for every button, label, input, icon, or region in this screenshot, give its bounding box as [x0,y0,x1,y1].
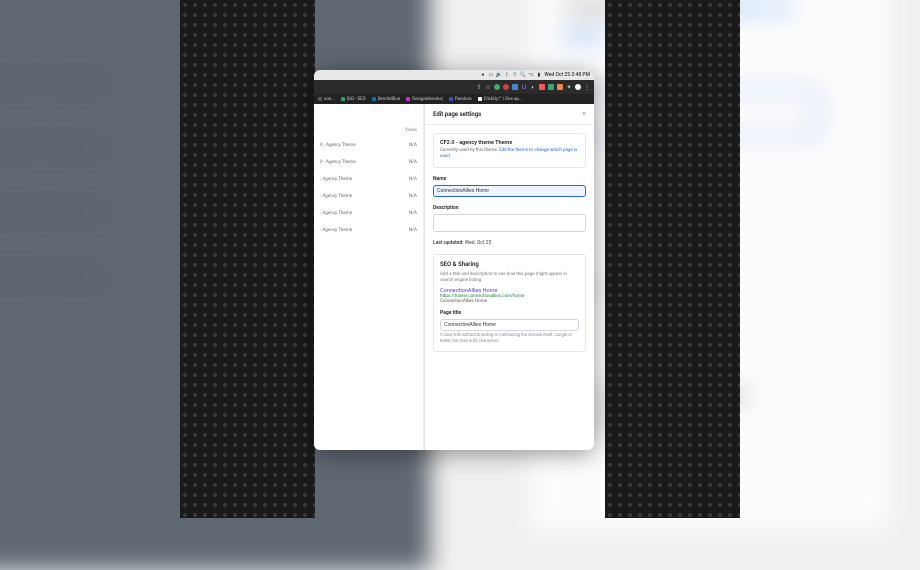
share-icon[interactable]: ⇧ [476,84,482,90]
theme-info-card: CF2.0 - agency theme Theme Currently use… [433,133,586,168]
last-updated: Last updated: Wed, Oct 25 [433,240,586,246]
pattern-strip-right [605,0,740,518]
bookmark-item[interactable]: BiQ - SEO [341,97,366,102]
ext8-icon[interactable] [557,84,563,90]
views-header: Views [314,124,423,137]
page-row[interactable]: - Agency ThemeN/A [314,222,423,239]
seo-section-title: SEO & Sharing [440,261,579,268]
mac-menubar: ● ▭ 🔊 ᛒ ⌔ 🔍 ⌥ ▮ Wed Oct 25 2:48 PM [314,70,594,80]
ext5-icon[interactable]: ◐ [530,84,536,90]
record-icon: ● [480,73,485,78]
display-icon: ▭ [488,73,493,78]
volume-icon: 🔊 [496,73,501,78]
description-label: Description [433,205,586,211]
theme-usage-text: Currently used by this theme. [440,148,499,153]
battery-icon: ▮ [536,73,541,78]
name-input[interactable] [433,185,586,197]
bookmark-item[interactable]: son... [318,97,335,102]
page-row[interactable]: 0 - Agency ThemeN/A [314,137,423,154]
mac-clock: Wed Oct 25 2:48 PM [544,72,590,78]
page-title-input[interactable] [440,319,579,331]
seo-preview-desc: ConnectionAllies Home [440,299,579,304]
page-title-help: A clear title without branding or mentio… [440,333,579,345]
seo-hint: Add a title and description to see how t… [440,272,579,285]
browser-toolbar: ⇧ ☆ U ◐ ✦ ⋮ [314,80,594,94]
star-icon[interactable]: ☆ [485,84,491,90]
seo-section-card: SEO & Sharing Add a title and descriptio… [433,254,586,352]
menu-icon[interactable]: ⋮ [584,84,590,90]
edit-page-settings-panel: Edit page settings × CF2.0 - agency them… [424,104,594,450]
bluetooth-icon: ᛒ [504,73,509,78]
profile-icon[interactable] [575,84,581,90]
bookmarks-bar: son... BiQ - SEO SendinBlue Design|ebook… [314,94,594,104]
modal-title: Edit page settings [433,111,481,118]
app-content: Views 0 - Agency ThemeN/A 0 - Agency The… [314,104,594,450]
bookmark-item[interactable]: ClickUp™ | One ap... [478,97,523,102]
ext4-icon[interactable]: U [521,84,527,90]
page-row[interactable]: - Agency ThemeN/A [314,188,423,205]
bookmark-item[interactable]: Pandora [449,97,472,102]
page-row[interactable]: - Agency ThemeN/A [314,205,423,222]
page-row[interactable]: 0 - Agency ThemeN/A [314,154,423,171]
theme-name: CF2.0 - agency theme Theme [440,140,579,146]
page-list-panel: Views 0 - Agency ThemeN/A 0 - Agency The… [314,104,424,450]
bookmark-item[interactable]: SendinBlue [372,97,400,102]
puzzle-icon[interactable]: ✦ [566,84,572,90]
page-title-label: Page title [440,310,579,316]
bookmark-item[interactable]: Design|ebooks| [406,97,443,102]
control-center-icon: ⌥ [528,73,533,78]
pattern-strip-left [180,0,315,518]
ext3-icon[interactable] [512,84,518,90]
page-row[interactable]: - Agency ThemeN/A [314,171,423,188]
name-label: Name [433,176,586,182]
close-icon[interactable]: × [582,110,586,118]
ext7-icon[interactable] [548,84,554,90]
ext2-icon[interactable] [503,84,509,90]
ext6-icon[interactable] [539,84,545,90]
wifi-icon: ⌔ [512,73,517,78]
ext1-icon[interactable] [494,84,500,90]
search-icon: 🔍 [520,73,525,78]
description-input[interactable] [433,214,586,232]
screenshot-window: ● ▭ 🔊 ᛒ ⌔ 🔍 ⌥ ▮ Wed Oct 25 2:48 PM ⇧ ☆ U… [314,70,594,450]
